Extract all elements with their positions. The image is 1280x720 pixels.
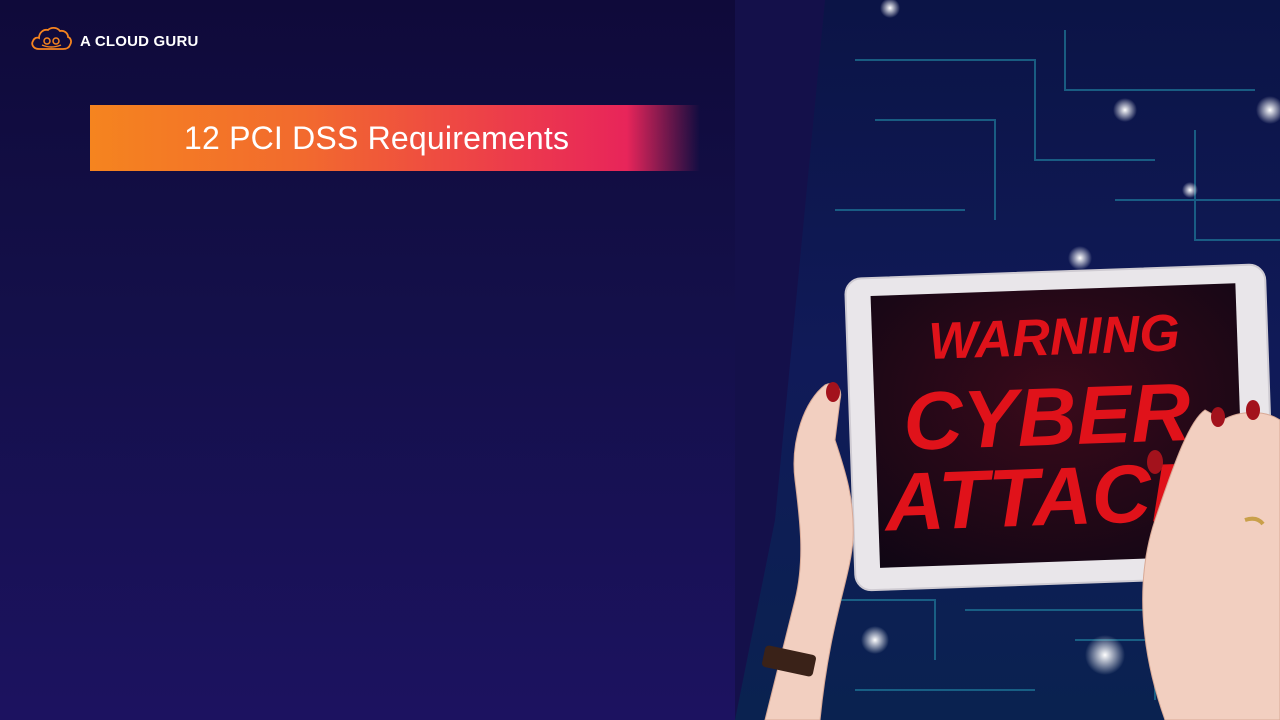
brand-name: A CLOUD GURU — [80, 33, 199, 50]
brand-header: A CLOUD GURU — [30, 26, 199, 57]
hero-image: WARNING CYBER ATTACK — [735, 0, 1280, 720]
title-banner: 12 PCI DSS Requirements — [90, 105, 700, 171]
cloud-logo-icon — [30, 26, 72, 57]
slide-title: 12 PCI DSS Requirements — [184, 119, 570, 156]
screen-warning-text: WARNING — [928, 304, 1181, 371]
